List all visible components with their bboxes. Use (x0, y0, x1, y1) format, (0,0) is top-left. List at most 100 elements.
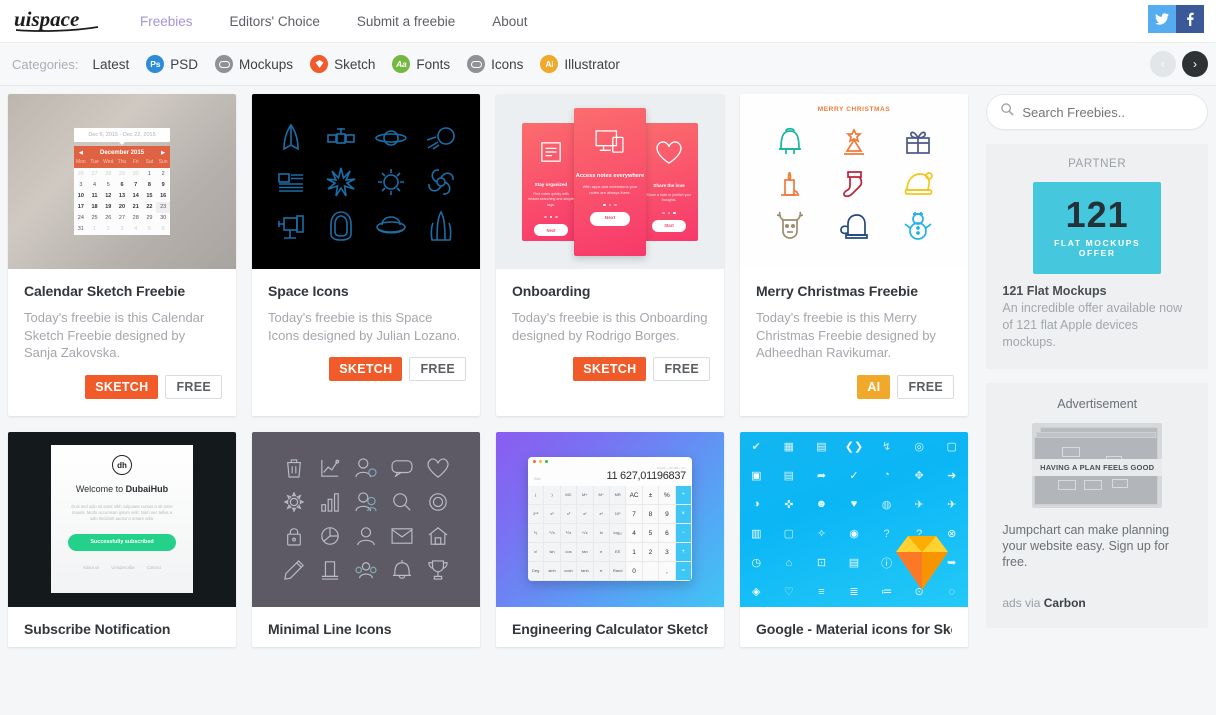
freebie-card[interactable]: Space Icons Today's freebie is this Spac… (252, 94, 480, 416)
onboarding-thumbnail[interactable]: Stay organized Find notes quicky with in… (496, 94, 724, 269)
calendar-day[interactable]: 3 (115, 224, 129, 235)
calculator-key[interactable]: ln (593, 524, 610, 543)
calendar-day[interactable]: 16 (156, 190, 170, 201)
card-price-tag[interactable]: FREE (897, 374, 954, 399)
nav-item-editors-choice[interactable]: Editors' Choice (230, 8, 320, 35)
calculator-key[interactable]: 5 (642, 524, 660, 543)
calendar-day[interactable]: 14 (129, 190, 143, 201)
calculator-key[interactable]: 2 (642, 543, 660, 562)
calendar-day[interactable]: 31 (74, 224, 88, 235)
calculator-key[interactable]: Rand (609, 562, 627, 581)
calendar-day[interactable]: 6 (115, 179, 129, 190)
calculator-key[interactable]: − (675, 524, 692, 543)
calculator-key[interactable]: tan (577, 543, 594, 562)
calculator-key[interactable]: ²√x (544, 524, 561, 543)
nav-item-about[interactable]: About (492, 8, 527, 35)
calculator-key[interactable]: x! (528, 543, 545, 562)
calendar-prev-icon[interactable]: ◀ (79, 150, 83, 156)
card-type-tag[interactable]: AI (857, 374, 891, 399)
calendar-day[interactable]: 15 (143, 190, 157, 201)
calendar-day[interactable]: 6 (156, 224, 170, 235)
card-price-tag[interactable]: FREE (409, 357, 466, 381)
nav-item-freebies[interactable]: Freebies (140, 8, 193, 35)
calendar-day[interactable]: 1 (88, 224, 102, 235)
freebie-card[interactable]: Stay organized Find notes quicky with in… (496, 94, 724, 416)
footer-link[interactable]: About us (83, 565, 100, 570)
calendar-day[interactable]: 4 (129, 224, 143, 235)
calendar-day[interactable]: 22 (143, 202, 157, 213)
ads-via-brand[interactable]: Carbon (1044, 596, 1086, 610)
footer-link[interactable]: Unsubscribe (111, 565, 134, 570)
calculator-key[interactable]: 4 (626, 524, 643, 543)
card-type-tag[interactable]: SKETCH (329, 357, 403, 381)
calculator-key[interactable]: ¹⁄ₓ (528, 524, 545, 543)
calculator-key[interactable]: 6 (659, 524, 676, 543)
carousel-next-button[interactable]: › (1182, 51, 1208, 77)
freebie-card[interactable]: MERRY CHRISTMAS Merry Christmas Freebie … (740, 94, 968, 416)
calendar-day[interactable]: 19 (101, 202, 115, 213)
calculator-key[interactable]: ÷ (675, 486, 692, 505)
calculator-keypad[interactable]: () MC M+ M− MR AC ±% ÷ 2ⁿᵈ x² x³ xʸ eˣ 10ˣ 7 8 9 × ¹⁄ₓ ²√x ³… (528, 486, 692, 581)
freebie-card[interactable]: sin(30) + (23 256 ÷ 3) = Rad 11 627,0119… (496, 431, 724, 647)
freebie-card[interactable]: ✔▦▤❮❯↯◎▢▣▤➦✓◔✥➜◑✜☻♥◍✈✈▥▢✧◉??⊗◷⌂⊡▤ⓘⓘ➥◈♡≡≣… (740, 431, 968, 647)
material-icons-thumbnail[interactable]: ✔▦▤❮❯↯◎▢▣▤➦✓◔✥➜◑✜☻♥◍✈✈▥▢✧◉??⊗◷⌂⊡▤ⓘⓘ➥◈♡≡≣… (740, 431, 968, 607)
category-fonts[interactable]: Aa Fonts (392, 55, 450, 73)
calendar-day[interactable]: 30 (156, 213, 170, 224)
calendar-day[interactable]: 27 (115, 213, 129, 224)
card-price-tag[interactable]: FREE (165, 374, 222, 399)
calculator-key[interactable]: 3 (659, 543, 676, 562)
calendar-day[interactable]: 20 (115, 202, 129, 213)
calendar-day[interactable]: 28 (129, 213, 143, 224)
calculator-key[interactable]: , (659, 562, 676, 581)
category-latest[interactable]: Latest (92, 57, 129, 72)
calendar-day[interactable]: 23 (156, 201, 170, 213)
subscribe-thumbnail[interactable]: dh Welcome to DubaiHub Duis sed odio sit… (8, 431, 236, 607)
calendar-day[interactable]: 24 (74, 213, 88, 224)
calculator-key[interactable]: 10ˣ (609, 505, 627, 524)
calendar-days-grid[interactable]: 26 27 28 29 30 1 2 3 4 5 6 7 8 9 10 11 12 13 14 15 16 17 18 19 2… (74, 167, 170, 236)
nav-item-submit-a-freebie[interactable]: Submit a freebie (357, 8, 455, 35)
calculator-key[interactable]: M− (593, 486, 610, 505)
line-icons-thumbnail[interactable] (252, 431, 480, 607)
calendar-day[interactable]: 25 (88, 213, 102, 224)
card-type-tag[interactable]: SKETCH (573, 357, 647, 381)
advertisement-text[interactable]: Jumpchart can make planning your website… (1002, 522, 1192, 570)
calendar-day[interactable]: 30 (129, 168, 143, 179)
calculator-key[interactable]: ʸ√x (577, 524, 594, 543)
calculator-key[interactable]: x² (544, 505, 561, 524)
facebook-link[interactable] (1176, 5, 1204, 33)
space-icons-thumbnail[interactable] (252, 94, 480, 269)
calculator-key[interactable]: % (659, 486, 676, 505)
calculator-key[interactable]: AC (626, 486, 643, 505)
freebie-card[interactable]: Dec 6, 2015 - Dec 22, 2015 ◀ December 20… (8, 94, 236, 416)
calculator-key[interactable]: 8 (642, 505, 660, 524)
calculator-key[interactable]: π (593, 562, 610, 581)
calculator-key[interactable]: 1 (626, 543, 643, 562)
calculator-key[interactable]: x³ (560, 505, 578, 524)
calculator-key[interactable]: = (675, 562, 692, 581)
category-sketch[interactable]: Sketch (310, 55, 375, 73)
card-type-tag[interactable]: SKETCH (85, 374, 159, 399)
calculator-key[interactable]: cosh (560, 562, 578, 581)
carousel-prev-button[interactable]: ‹ (1150, 51, 1176, 77)
calendar-day[interactable]: 27 (88, 168, 102, 179)
calculator-key[interactable]: log₁₀ (609, 524, 627, 543)
onboarding-button[interactable]: Next (589, 211, 631, 226)
calculator-key[interactable]: MC (560, 486, 578, 505)
calendar-day[interactable]: 7 (129, 179, 143, 190)
calendar-day[interactable]: 26 (101, 213, 115, 224)
calculator-key[interactable]: cos (560, 543, 578, 562)
calculator-key[interactable]: 0 (626, 562, 643, 581)
calendar-day[interactable]: 18 (88, 202, 102, 213)
twitter-link[interactable] (1148, 5, 1176, 33)
calculator-key[interactable]: xʸ (577, 505, 594, 524)
calendar-day[interactable]: 10 (74, 190, 88, 201)
card-price-tag[interactable]: FREE (653, 357, 710, 381)
calculator-thumbnail[interactable]: sin(30) + (23 256 ÷ 3) = Rad 11 627,0119… (496, 431, 724, 607)
calculator-key[interactable]: MR (609, 486, 627, 505)
calendar-day[interactable]: 17 (74, 202, 88, 213)
calendar-day[interactable]: 1 (143, 168, 157, 179)
calculator-key[interactable]: e (593, 543, 610, 562)
onboarding-button[interactable]: Start (652, 219, 686, 232)
calculator-key[interactable]: sinh (544, 562, 561, 581)
